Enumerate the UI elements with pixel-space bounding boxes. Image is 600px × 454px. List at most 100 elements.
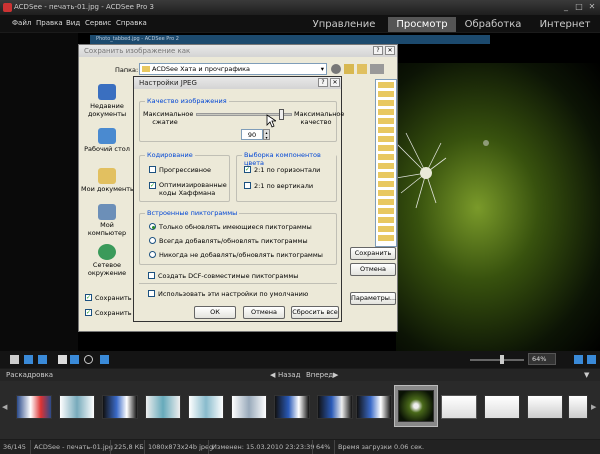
back-icon[interactable]	[331, 64, 341, 74]
tool-icon-2[interactable]	[24, 355, 33, 364]
ok-button[interactable]: ОК	[194, 306, 236, 319]
minimize-button[interactable]: _	[560, 2, 572, 12]
left-panel	[0, 33, 78, 351]
close-button[interactable]: ✕	[586, 2, 598, 12]
thumbnail[interactable]	[16, 395, 52, 419]
filmstrip-collapse-icon[interactable]: ▼	[584, 369, 589, 381]
huffman-checkbox[interactable]: ✓	[149, 182, 156, 189]
progressive-checkbox[interactable]: ✓	[149, 166, 156, 173]
jpeg-close-button[interactable]: ✕	[330, 78, 340, 87]
fullscreen-icon[interactable]	[587, 355, 596, 364]
place-network[interactable]: Сетевое окружение	[81, 261, 133, 277]
mode-process[interactable]: Обработка	[456, 17, 530, 32]
mode-manage[interactable]: Управление	[300, 17, 388, 32]
hand-tool-icon[interactable]	[58, 355, 67, 364]
menu-tools[interactable]: Сервис	[85, 19, 111, 27]
zoom-select[interactable]: 64%	[528, 353, 556, 365]
mouse-cursor	[266, 114, 276, 128]
reset-button[interactable]: Сбросить все	[291, 306, 339, 319]
place-documents[interactable]: Мои документы	[81, 185, 135, 193]
filmstrip-forward-arrow[interactable]: ▶	[333, 369, 338, 381]
menu-help[interactable]: Справка	[116, 19, 147, 27]
radio-never-add[interactable]	[149, 251, 156, 258]
filmstrip-back-arrow[interactable]: ◀	[270, 369, 275, 381]
mode-online[interactable]: Интернет	[530, 17, 600, 32]
thumbnails-group: Встроенные пиктограммы Только обновлять …	[139, 209, 337, 265]
jpeg-settings-dialog: Настройки JPEG ? ✕ Качество изображения …	[133, 76, 344, 322]
place-desktop[interactable]: Рабочий стол	[81, 145, 133, 153]
jpeg-cancel-button[interactable]: Отмена	[243, 306, 285, 319]
recent-documents-icon[interactable]	[98, 84, 116, 100]
dcf-checkbox[interactable]: ✓	[148, 272, 155, 279]
thumbnail[interactable]	[527, 395, 563, 419]
fit-icon[interactable]	[574, 355, 583, 364]
app-icon	[3, 3, 12, 12]
thumbnail[interactable]	[484, 395, 520, 419]
new-folder-icon[interactable]	[357, 64, 367, 74]
thumbnail[interactable]	[317, 395, 353, 419]
save-cancel-button[interactable]: Отмена	[350, 263, 396, 276]
v21-checkbox[interactable]: ✓	[244, 182, 251, 189]
thumbnail[interactable]	[102, 395, 138, 419]
save-button[interactable]: Сохранить	[350, 247, 396, 260]
zoom-tool-icon[interactable]	[84, 355, 93, 364]
status-count: 36/145	[3, 443, 26, 451]
save-close-button[interactable]: ✕	[385, 46, 395, 55]
select-tool-icon[interactable]	[70, 355, 79, 364]
place-recent[interactable]: Недавние документы	[81, 102, 133, 118]
max-compression-label: Максимальное сжатие	[143, 110, 194, 126]
thumbnail[interactable]	[274, 395, 310, 419]
dcf-label: Создать DCF-совместимые пиктограммы	[158, 272, 299, 280]
default-checkbox[interactable]: ✓	[148, 290, 155, 297]
rotate-tool-icon[interactable]	[100, 355, 109, 364]
v21-label: 2:1 по вертикали	[254, 182, 314, 190]
thumbnail[interactable]	[231, 395, 267, 419]
jpeg-help-button[interactable]: ?	[318, 78, 328, 87]
filmstrip-back[interactable]: Назад	[278, 369, 300, 381]
file-list[interactable]	[375, 79, 397, 247]
thumbnail[interactable]	[568, 395, 588, 419]
mode-view[interactable]: Просмотр	[388, 17, 456, 32]
divider	[139, 283, 337, 284]
tool-icon-3[interactable]	[38, 355, 47, 364]
chevron-down-icon: ▾	[320, 65, 324, 73]
jpeg-dialog-title: Настройки JPEG	[134, 77, 341, 89]
selected-thumbnail[interactable]	[398, 390, 434, 422]
filmstrip-right-arrow[interactable]: ▶	[591, 403, 596, 411]
desktop-icon[interactable]	[98, 128, 116, 144]
save-check1[interactable]: ✓	[85, 294, 92, 301]
up-folder-icon[interactable]	[344, 64, 354, 74]
menu-edit[interactable]: Правка	[36, 19, 63, 27]
thumbnail[interactable]	[188, 395, 224, 419]
menu-file[interactable]: Файл	[12, 19, 31, 27]
tool-icon-1[interactable]	[10, 355, 19, 364]
params-button[interactable]: Параметры...	[350, 292, 396, 305]
filmstrip-left-arrow[interactable]: ◀	[2, 403, 7, 411]
quality-slider-track[interactable]	[196, 109, 292, 120]
save-check2[interactable]: ✓	[85, 309, 92, 316]
radio-update-existing[interactable]	[149, 223, 156, 230]
menu-view[interactable]: Вид	[66, 19, 80, 27]
folder-select[interactable]: ACDSee Хата и прочграфика ▾	[139, 63, 327, 75]
save-help-button[interactable]: ?	[373, 46, 383, 55]
place-computer[interactable]: Мой компьютер	[81, 221, 133, 237]
radio-always-add[interactable]	[149, 237, 156, 244]
quality-spinner[interactable]: ▴ ▾	[263, 129, 270, 140]
thumbnail[interactable]	[59, 395, 95, 419]
filmstrip-forward[interactable]: Вперед	[306, 369, 333, 381]
status-load: Время загрузки 0.06 сек.	[334, 440, 424, 454]
maximize-button[interactable]: □	[573, 2, 585, 12]
views-menu-icon[interactable]	[370, 64, 384, 74]
my-computer-icon[interactable]	[98, 204, 116, 220]
quality-value-input[interactable]: 90	[241, 129, 263, 140]
quality-slider-thumb[interactable]	[279, 109, 285, 120]
zoom-slider-thumb[interactable]	[500, 355, 504, 364]
thumbnail[interactable]	[441, 395, 477, 419]
menu-bar: Файл Правка Вид Сервис Справка Управлени…	[0, 15, 600, 32]
network-icon[interactable]	[98, 244, 116, 260]
h21-checkbox[interactable]: ✓	[244, 166, 251, 173]
thumbnail[interactable]	[356, 395, 392, 419]
my-documents-icon[interactable]	[98, 168, 116, 184]
thumbnail[interactable]	[145, 395, 181, 419]
zoom-slider[interactable]	[470, 359, 524, 361]
